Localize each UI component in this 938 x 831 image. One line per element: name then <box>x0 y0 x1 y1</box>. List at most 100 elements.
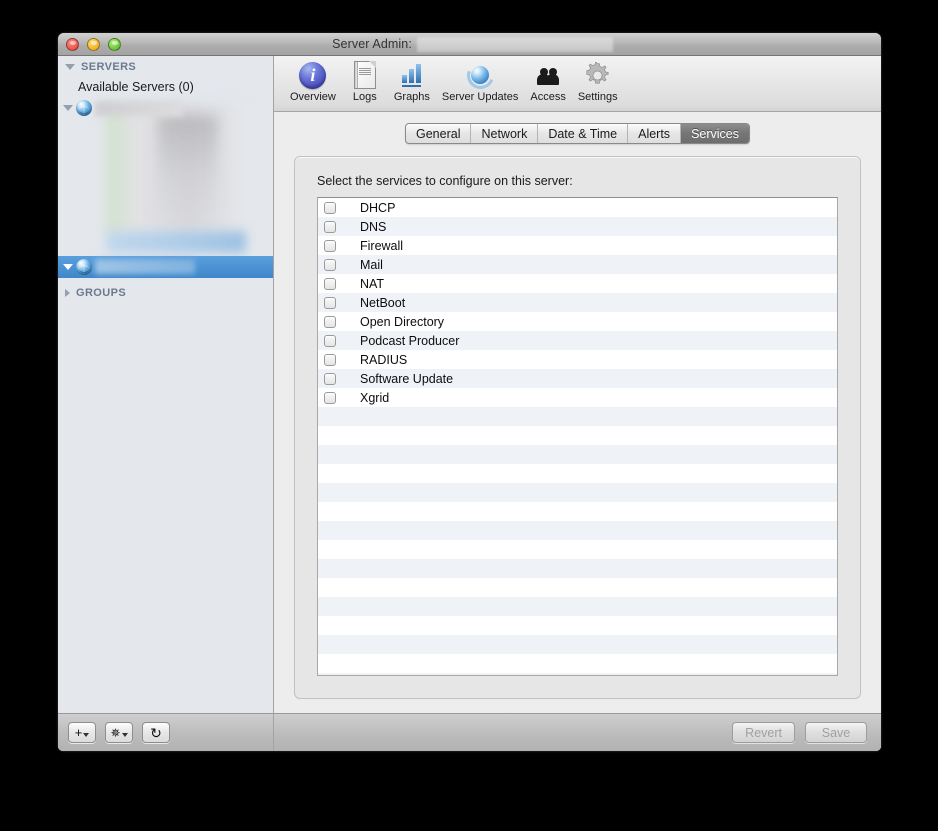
service-row-empty <box>318 502 837 521</box>
toolbar-item-overview-label: Overview <box>290 91 336 103</box>
gear-icon <box>584 60 611 90</box>
chevron-down-icon <box>63 263 73 270</box>
tab-general-label: General <box>416 126 461 141</box>
tab-services-label: Services <box>691 126 739 141</box>
toolbar-item-server-updates-label: Server Updates <box>441 91 519 103</box>
service-row[interactable]: DHCP <box>318 198 837 217</box>
toolbar-item-graphs-label: Graphs <box>393 91 430 103</box>
service-row-empty <box>318 597 837 616</box>
tab-services[interactable]: Services <box>681 124 749 143</box>
refresh-button[interactable]: ↻ <box>142 722 170 743</box>
chevron-right-icon <box>65 288 70 297</box>
service-row[interactable]: RADIUS <box>318 350 837 369</box>
people-icon <box>537 60 560 90</box>
service-checkbox[interactable] <box>324 296 336 309</box>
sidebar-item-server-selected[interactable] <box>58 255 273 278</box>
server-globe-icon <box>76 258 92 275</box>
close-button[interactable] <box>66 38 79 51</box>
service-checkbox[interactable] <box>324 277 336 290</box>
chevron-down-icon <box>83 733 90 737</box>
service-name-label: NetBoot <box>360 295 406 310</box>
service-row-empty <box>318 445 837 464</box>
action-button[interactable]: ✵ <box>105 722 133 743</box>
service-row[interactable]: Mail <box>318 255 837 274</box>
window-controls <box>66 38 121 51</box>
service-checkbox[interactable] <box>324 372 336 385</box>
revert-button[interactable]: Revert <box>732 722 795 743</box>
tab-network[interactable]: Network <box>471 124 539 143</box>
main-bottom-toolbar: Revert Save <box>274 713 881 751</box>
toolbar-item-overview[interactable]: i Overview <box>284 60 342 103</box>
window-title: Server Admin: <box>58 36 881 52</box>
service-row-empty <box>318 673 837 675</box>
service-checkbox[interactable] <box>324 239 336 252</box>
tab-bar: General Network Date & Time Alerts Servi… <box>405 123 750 144</box>
add-server-button[interactable]: + <box>68 722 96 743</box>
service-row-empty <box>318 464 837 483</box>
service-name-label: RADIUS <box>360 352 408 367</box>
service-row[interactable]: Firewall <box>318 236 837 255</box>
service-row-empty <box>318 407 837 426</box>
save-button[interactable]: Save <box>805 722 867 743</box>
minimize-button[interactable] <box>87 38 100 51</box>
server-globe-icon <box>76 100 92 116</box>
sidebar-section-groups[interactable]: GROUPS <box>58 278 273 303</box>
revert-button-label: Revert <box>745 725 782 740</box>
service-row[interactable]: Xgrid <box>318 388 837 407</box>
service-name-label: Mail <box>360 257 383 272</box>
tab-network-label: Network <box>481 126 528 141</box>
service-row[interactable]: DNS <box>318 217 837 236</box>
service-name-label: Podcast Producer <box>360 333 460 348</box>
service-checkbox[interactable] <box>324 334 336 347</box>
save-button-label: Save <box>821 725 851 740</box>
service-row-empty <box>318 654 837 673</box>
service-name-label: NAT <box>360 276 385 291</box>
chevron-down-icon <box>63 105 73 111</box>
main-toolbar: i Overview Logs Graphs Server Updates Ac… <box>274 56 881 112</box>
services-instruction-label: Select the services to configure on this… <box>317 174 573 188</box>
sidebar-item-available-servers-label: Available Servers (0) <box>78 80 194 94</box>
zoom-button[interactable] <box>108 38 121 51</box>
window-body: SERVERS Available Servers (0) GROUPS + ✵… <box>58 56 881 751</box>
service-checkbox[interactable] <box>324 220 336 233</box>
sidebar-section-servers[interactable]: SERVERS <box>58 56 273 77</box>
service-checkbox[interactable] <box>324 258 336 271</box>
service-row-empty <box>318 521 837 540</box>
service-name-label: DNS <box>360 219 387 234</box>
toolbar-item-graphs[interactable]: Graphs <box>388 60 436 103</box>
toolbar-item-access[interactable]: Access <box>524 60 571 103</box>
services-list[interactable]: DHCP DNS Firewall Mail NAT NetBoot Open Direct… <box>317 197 838 676</box>
toolbar-item-settings[interactable]: Settings <box>572 60 624 103</box>
service-row-empty <box>318 540 837 559</box>
window-title-text: Server Admin: <box>332 37 412 51</box>
main-area: i Overview Logs Graphs Server Updates Ac… <box>274 56 881 751</box>
tab-date-time-label: Date & Time <box>548 126 618 141</box>
service-row[interactable]: Open Directory <box>318 312 837 331</box>
window-titlebar: Server Admin: <box>58 33 881 56</box>
service-name-label: Software Update <box>360 371 454 386</box>
tab-alerts[interactable]: Alerts <box>628 124 682 143</box>
service-name-label: Firewall <box>360 238 404 253</box>
service-name-label: Open Directory <box>360 314 445 329</box>
tab-date-time[interactable]: Date & Time <box>538 124 629 143</box>
sidebar-item-server-redacted[interactable] <box>58 97 273 119</box>
refresh-icon: ↻ <box>150 724 162 741</box>
toolbar-item-server-updates[interactable]: Server Updates <box>436 57 524 103</box>
gear-icon: ✵ <box>110 725 121 740</box>
service-row[interactable]: NetBoot <box>318 293 837 312</box>
sidebar-item-available-servers[interactable]: Available Servers (0) <box>58 77 273 97</box>
toolbar-item-logs[interactable]: Logs <box>342 60 388 103</box>
document-icon <box>353 60 376 90</box>
service-row[interactable]: Software Update <box>318 369 837 388</box>
service-row[interactable]: NAT <box>318 274 837 293</box>
service-row[interactable]: Podcast Producer <box>318 331 837 350</box>
server-admin-window: Server Admin: SERVERS Available Servers … <box>58 33 881 751</box>
plus-icon: + <box>74 725 83 740</box>
service-checkbox[interactable] <box>324 353 336 366</box>
service-checkbox[interactable] <box>324 391 336 404</box>
service-checkbox[interactable] <box>324 201 336 214</box>
service-row-empty <box>318 559 837 578</box>
service-row-empty <box>318 578 837 597</box>
tab-general[interactable]: General <box>406 124 472 143</box>
service-checkbox[interactable] <box>324 315 336 328</box>
